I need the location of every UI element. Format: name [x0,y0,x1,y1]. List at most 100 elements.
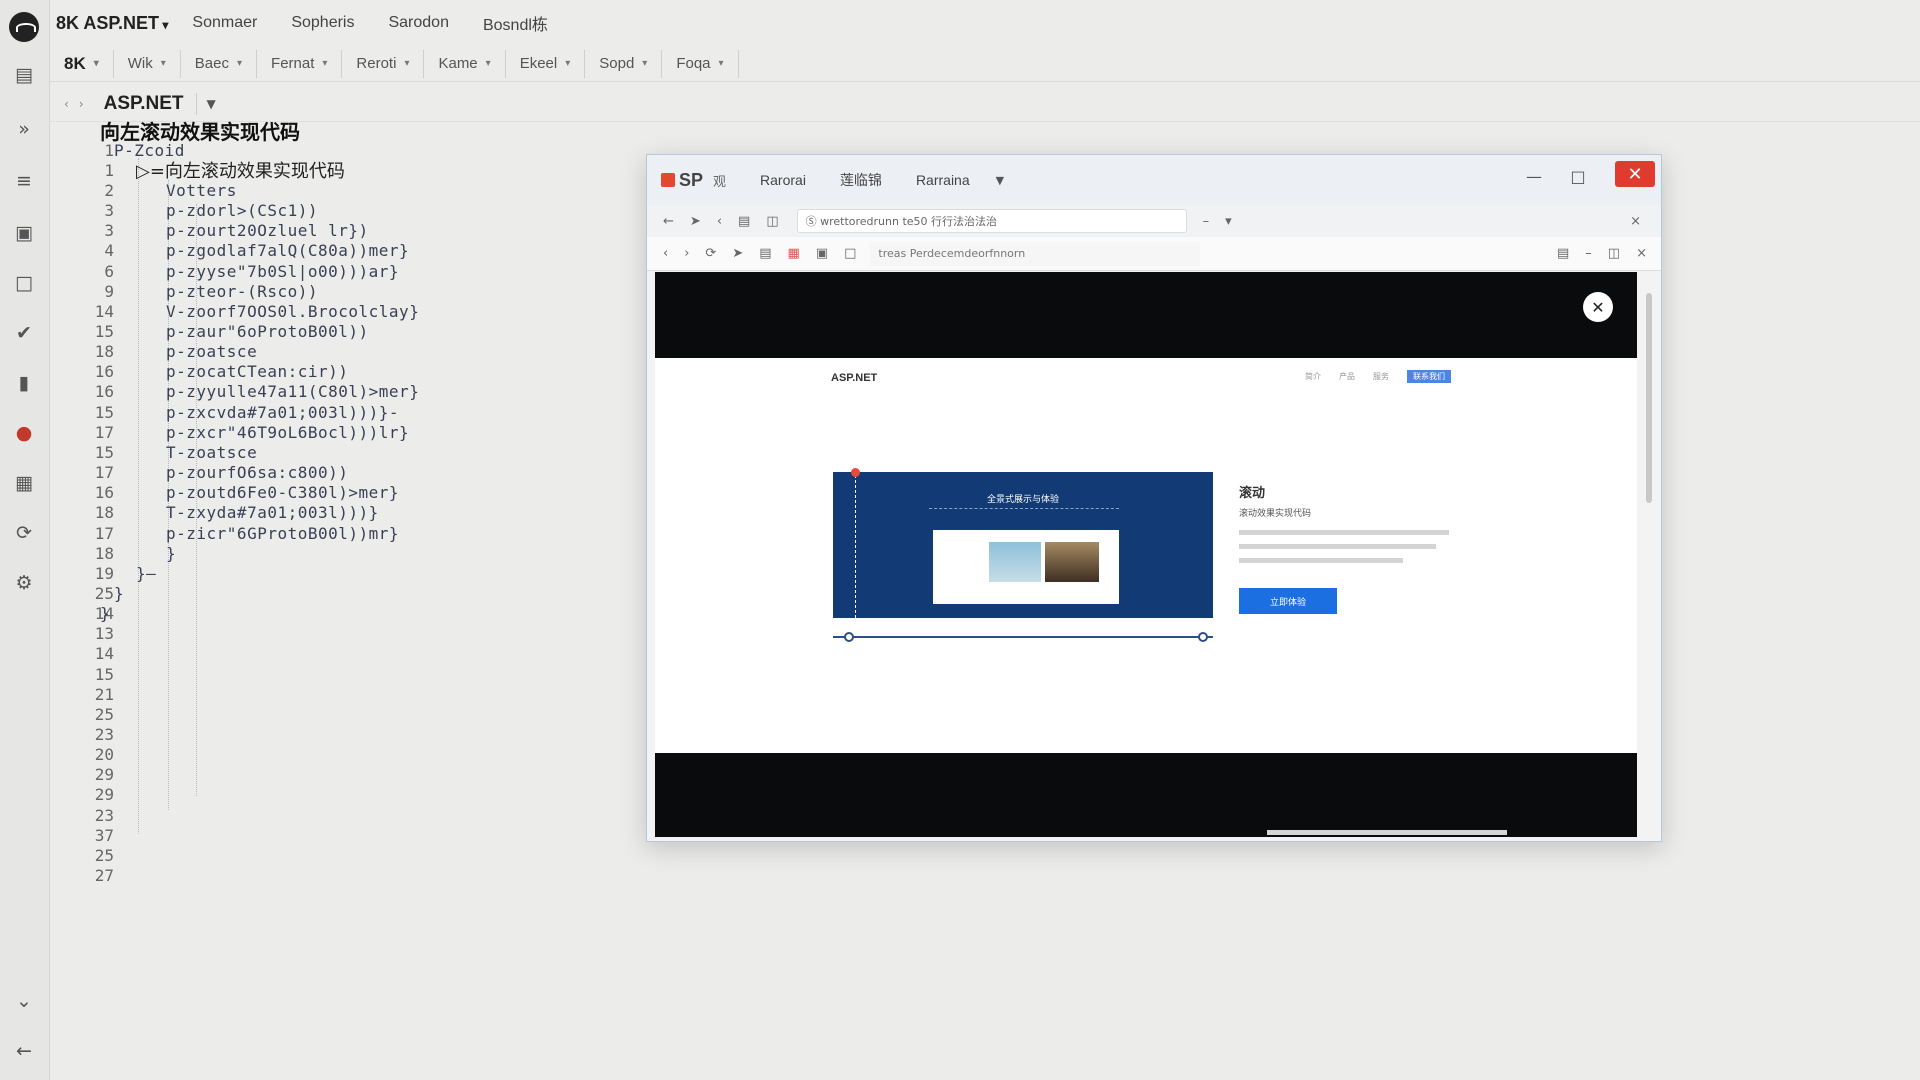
chevron-down-icon[interactable]: ⌄ [12,990,36,1012]
horizontal-scrollbar[interactable] [1267,830,1507,835]
code-line[interactable]: 3 p-zdorl>(CSc1)) [50,201,640,221]
code-line[interactable]: 3 p-zourt20Ozluel lr}) [50,221,640,241]
file-tab[interactable]: ASP.NET [104,92,197,115]
menu-item-3[interactable]: Sarodon [388,14,449,32]
explorer-icon[interactable]: ▤ [12,64,36,86]
code-line[interactable]: 20 [50,745,640,765]
site-nav-item[interactable]: 产品 [1339,371,1355,382]
code-line[interactable]: 18 T-zxyda#7a01;003l)))} [50,503,640,523]
code-line[interactable]: 19}— [50,563,640,583]
settings-icon[interactable]: ⚙ [12,572,36,594]
pin-icon[interactable]: ➤ [732,246,743,261]
code-line[interactable]: 14 V-zoorf7OOS0l.Brocolclay} [50,301,640,321]
calendar-icon[interactable]: ▦ [788,246,800,261]
code-line[interactable]: 15 T-zoatsce [50,442,640,462]
code-line[interactable]: 16 p-zoutd6Fe0-C380l)>mer} [50,483,640,503]
tab-close-icon[interactable]: × [1630,214,1641,229]
tab-icon[interactable]: □ [844,246,856,261]
toolbar-dropdown-9[interactable]: Foqa ▾ [662,49,739,78]
code-line[interactable]: 9 p-zteor-(Rsco)) [50,281,640,301]
forward-icon[interactable]: » [12,118,36,140]
site-nav-item[interactable]: 服务 [1373,371,1389,382]
split-view-icon[interactable]: ◫ [766,214,778,229]
code-line[interactable]: 18 p-zoatsce [50,342,640,362]
site-brand[interactable]: ASP.NET [831,372,877,384]
code-line[interactable]: 14 [50,644,640,664]
more-icon[interactable]: ▾ [1225,214,1232,229]
scrollbar-thumb[interactable] [1646,293,1652,503]
toolbar-dropdown-7[interactable]: Ekeel ▾ [506,49,586,78]
menu-item-1[interactable]: Sonmaer [192,14,257,32]
address-bar[interactable]: Ⓢ wrettoredrunn te50 行行法治法治 [796,209,1187,233]
browser-menu-1[interactable]: Rarorai [760,172,806,188]
toolbar-dropdown-2[interactable]: Wik ▾ [114,49,181,78]
code-line[interactable]: 1 向左滚动效果实现代码 [50,120,640,144]
code-line[interactable]: 17 p-zxcr"46T9oL6Bocl)))lr} [50,422,640,442]
scroll-handle-start[interactable] [844,632,854,642]
check-icon[interactable]: ✔ [12,322,36,344]
sync-icon[interactable]: ⟳ [12,522,36,544]
app-title-menu[interactable]: 8K ASP.NET [56,13,168,34]
page-viewport[interactable]: ✕ ASP.NET 简介 产品 服务 联系我们 全景式展示与体验 滚动 滚动效果… [655,272,1637,837]
code-line[interactable]: 4 p-zgodlaf7alQ(C80a))mer} [50,241,640,261]
url-field[interactable]: treas Perdecemdeorfnnorn [870,241,1201,266]
square-icon[interactable]: □ [12,272,36,294]
code-line[interactable]: 25} [50,583,640,603]
bookmark-icon[interactable]: ▤ [759,246,771,261]
code-line[interactable]: 23 [50,805,640,825]
close-overlay-button[interactable]: ✕ [1583,292,1613,322]
toolbar-dropdown-6[interactable]: Kame ▾ [424,49,506,78]
browser-menu-3[interactable]: Rarraina [916,172,970,188]
image-icon[interactable]: ▣ [12,222,36,244]
toolbar-dropdown-5[interactable]: Reroti ▾ [342,49,425,78]
folder-icon[interactable]: ▦ [12,472,36,494]
back-arrow-icon[interactable]: ← [12,1040,36,1062]
site-nav-active[interactable]: 联系我们 [1407,370,1451,383]
app-logo-icon[interactable] [9,12,39,42]
browser-menu-2[interactable]: 莲临锦 [840,170,882,190]
minus-icon[interactable]: – [1203,214,1210,229]
back-icon[interactable]: ‹ [663,246,668,261]
forward-icon[interactable]: › [684,246,689,261]
code-line[interactable]: 25 [50,704,640,724]
cta-button[interactable]: 立即体验 [1239,588,1337,614]
share-icon[interactable]: ➤ [690,214,701,229]
toolbar-dropdown-8[interactable]: Sopd ▾ [585,49,663,78]
carousel-slide[interactable]: 全景式展示与体验 [833,468,1213,618]
code-line[interactable]: 16 p-zocatCTean:cir)) [50,362,640,382]
reader-icon[interactable]: ▤ [1557,246,1569,261]
extension-icon[interactable]: ● [12,422,36,444]
code-line[interactable]: 27 [50,866,640,886]
lock-icon[interactable]: ▣ [816,246,828,261]
page-icon[interactable]: ▤ [738,214,750,229]
maximize-icon[interactable]: □ [1561,164,1595,188]
minimize-icon[interactable]: — [1517,164,1551,188]
code-line[interactable]: 29 [50,785,640,805]
chevron-down-icon[interactable]: ▼ [207,97,216,111]
toolbar-dropdown-3[interactable]: Baec ▾ [181,49,258,78]
code-line[interactable]: 25 [50,845,640,865]
collapse-icon[interactable]: – [1585,246,1592,261]
scroll-track[interactable] [833,636,1213,638]
layers-icon[interactable]: ≡ [12,170,36,192]
code-line[interactable]: 15 p-zaur"6oProtoB00l)) [50,322,640,342]
close-window-button[interactable]: ✕ [1615,161,1655,187]
vertical-scrollbar[interactable] [1643,275,1655,835]
code-line[interactable]: 21 [50,684,640,704]
nav-forward-icon[interactable]: › [79,97,84,111]
menu-item-4[interactable]: Bosndl栋 [483,11,548,35]
nav-back-icon[interactable]: ‹ [64,97,69,111]
code-line[interactable]: 13 [50,624,640,644]
site-nav-item[interactable]: 简介 [1305,371,1321,382]
chevron-left-icon[interactable]: ‹ [717,214,722,229]
code-line[interactable]: 16 p-zyyulle47a11(C80l)>mer} [50,382,640,402]
code-line[interactable]: 37 [50,825,640,845]
code-line[interactable]: 15 [50,664,640,684]
code-line[interactable]: 17 p-zicr"6GProtoB00l))mr} [50,523,640,543]
scroll-handle-end[interactable] [1198,632,1208,642]
code-line[interactable]: 23 [50,725,640,745]
toolbar-dropdown-1[interactable]: 8K ▾ [50,49,114,78]
sidebar-icon[interactable]: ◫ [1608,246,1620,261]
close-icon[interactable]: × [1636,246,1647,261]
code-line[interactable]: 14} [50,604,640,624]
